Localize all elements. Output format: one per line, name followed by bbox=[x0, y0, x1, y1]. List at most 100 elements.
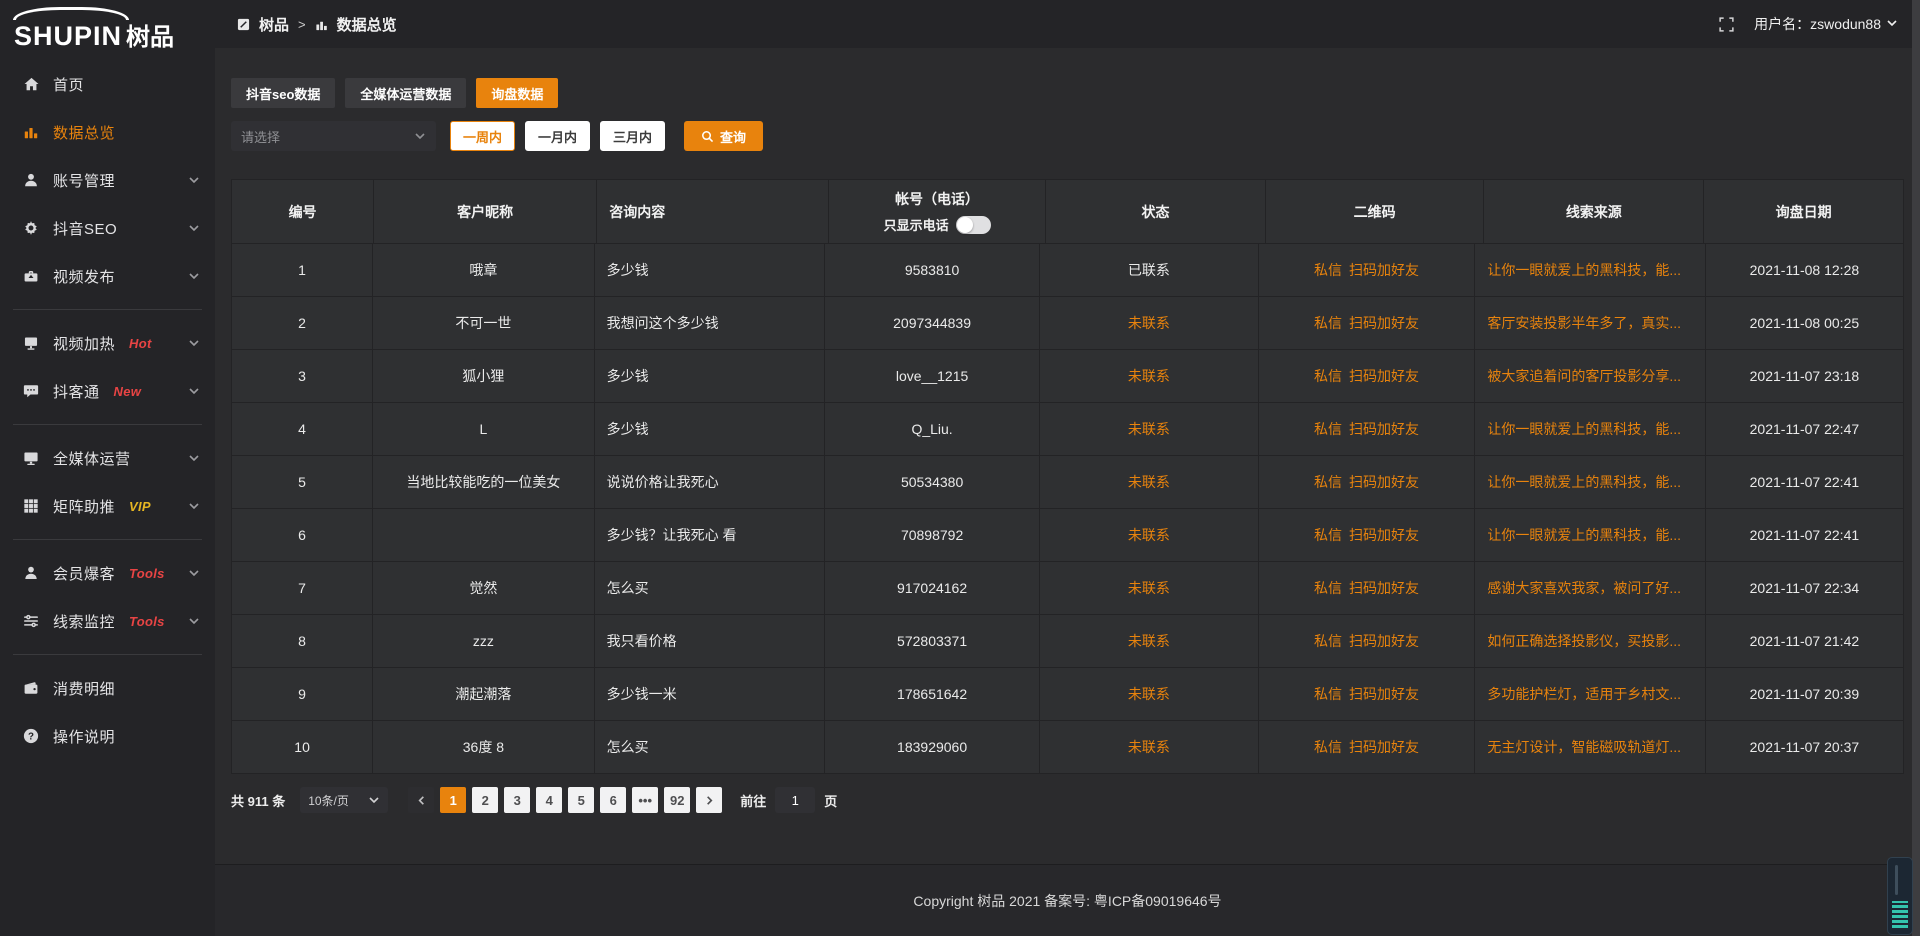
user-menu[interactable]: 用户名：zswodun88 bbox=[1754, 14, 1898, 34]
qr-link-私信[interactable]: 私信 bbox=[1314, 525, 1342, 545]
cell-qrcode: 私信扫码加好友 bbox=[1259, 403, 1475, 455]
qr-link-扫码加好友[interactable]: 扫码加好友 bbox=[1349, 631, 1419, 651]
source-link[interactable]: 让你一眼就爱上的黑科技，能... bbox=[1487, 472, 1681, 492]
range-button-一月内[interactable]: 一月内 bbox=[525, 121, 590, 151]
tab-询盘数据[interactable]: 询盘数据 bbox=[476, 78, 558, 108]
source-link[interactable]: 无主灯设计，智能磁吸轨道灯... bbox=[1487, 737, 1681, 757]
next-page-button[interactable] bbox=[696, 787, 722, 813]
page-button-3[interactable]: 3 bbox=[504, 787, 530, 813]
tab-抖音seo数据[interactable]: 抖音seo数据 bbox=[231, 78, 335, 108]
pagination: 共 911 条 10条/页 123456•••92 前往 页 bbox=[231, 787, 1904, 813]
qr-link-扫码加好友[interactable]: 扫码加好友 bbox=[1349, 472, 1419, 492]
monitor-icon bbox=[22, 449, 40, 467]
qr-link-扫码加好友[interactable]: 扫码加好友 bbox=[1349, 578, 1419, 598]
status-text: 未联系 bbox=[1128, 737, 1170, 757]
table-row: 5当地比较能吃的一位美女说说价格让我死心50534380未联系私信扫码加好友让你… bbox=[232, 456, 1903, 508]
qr-link-私信[interactable]: 私信 bbox=[1314, 260, 1342, 280]
page-button-6[interactable]: 6 bbox=[600, 787, 626, 813]
table-row: 7觉然怎么买917024162未联系私信扫码加好友感谢大家喜欢我家，被问了好..… bbox=[232, 562, 1903, 614]
qr-link-扫码加好友[interactable]: 扫码加好友 bbox=[1349, 260, 1419, 280]
sidebar-item-label: 视频发布 bbox=[53, 266, 115, 287]
qr-link-扫码加好友[interactable]: 扫码加好友 bbox=[1349, 366, 1419, 386]
cell-date: 2021-11-07 23:18 bbox=[1706, 350, 1903, 402]
cell-nickname: 觉然 bbox=[373, 562, 593, 614]
sidebar-item-视频加热[interactable]: 视频加热Hot bbox=[0, 319, 215, 367]
qr-link-私信[interactable]: 私信 bbox=[1314, 631, 1342, 651]
qr-link-扫码加好友[interactable]: 扫码加好友 bbox=[1349, 684, 1419, 704]
column-header-account: 帐号（电话）只显示电话 bbox=[829, 180, 1045, 243]
page-button-5[interactable]: 5 bbox=[568, 787, 594, 813]
phone-only-toggle[interactable] bbox=[956, 216, 991, 234]
cell-date: 2021-11-07 22:47 bbox=[1706, 403, 1903, 455]
cell-nickname: 36度 8 bbox=[373, 721, 593, 773]
sidebar-item-线索监控[interactable]: 线索监控Tools bbox=[0, 597, 215, 645]
cell-id: 2 bbox=[232, 297, 372, 349]
sidebar-item-操作说明[interactable]: ?操作说明 bbox=[0, 712, 215, 760]
inquiry-table: 编号客户昵称咨询内容帐号（电话）只显示电话状态二维码线索来源询盘日期1哦章多少钱… bbox=[231, 179, 1904, 774]
source-link[interactable]: 让你一眼就爱上的黑科技，能... bbox=[1487, 260, 1681, 280]
cell-source: 让你一眼就爱上的黑科技，能... bbox=[1475, 456, 1704, 508]
page-button-1[interactable]: 1 bbox=[440, 787, 466, 813]
column-header-qrcode: 二维码 bbox=[1266, 180, 1483, 243]
source-link[interactable]: 客厅安装投影半年多了，真实... bbox=[1487, 313, 1681, 333]
fullscreen-icon[interactable] bbox=[1719, 17, 1734, 32]
sidebar-item-视频发布[interactable]: 视频发布 bbox=[0, 252, 215, 300]
sidebar-item-消费明细[interactable]: 消费明细 bbox=[0, 664, 215, 712]
sidebar-item-首页[interactable]: 首页 bbox=[0, 60, 215, 108]
tab-全媒体运营数据[interactable]: 全媒体运营数据 bbox=[345, 78, 466, 108]
scrollbar[interactable] bbox=[1912, 0, 1920, 936]
cell-status: 未联系 bbox=[1040, 297, 1257, 349]
cell-qrcode: 私信扫码加好友 bbox=[1259, 509, 1475, 561]
goto-page-input[interactable] bbox=[775, 787, 815, 813]
page-button-2[interactable]: 2 bbox=[472, 787, 498, 813]
prev-page-button[interactable] bbox=[408, 787, 434, 813]
filter-select[interactable]: 请选择 bbox=[231, 121, 436, 151]
cell-account: Q_Liu. bbox=[825, 403, 1039, 455]
qr-link-私信[interactable]: 私信 bbox=[1314, 313, 1342, 333]
range-button-一周内[interactable]: 一周内 bbox=[450, 121, 515, 151]
qr-link-扫码加好友[interactable]: 扫码加好友 bbox=[1349, 737, 1419, 757]
range-button-三月内[interactable]: 三月内 bbox=[600, 121, 665, 151]
sidebar-item-抖音SEO[interactable]: 抖音SEO bbox=[0, 204, 215, 252]
sidebar-item-抖客通[interactable]: 抖客通New bbox=[0, 367, 215, 415]
breadcrumb-root[interactable]: 树品 bbox=[259, 14, 289, 35]
chevron-down-icon bbox=[368, 794, 380, 806]
source-link[interactable]: 感谢大家喜欢我家，被问了好... bbox=[1487, 578, 1681, 598]
qr-link-私信[interactable]: 私信 bbox=[1314, 578, 1342, 598]
qr-links: 私信扫码加好友 bbox=[1314, 260, 1419, 280]
wallet-icon bbox=[22, 679, 40, 697]
cell-source: 多功能护栏灯，适用于乡村文... bbox=[1475, 668, 1704, 720]
breadcrumb-current: 数据总览 bbox=[337, 14, 397, 35]
sidebar-item-矩阵助推[interactable]: 矩阵助推VIP bbox=[0, 482, 215, 530]
table-row: 3狐小狸多少钱love__1215未联系私信扫码加好友被大家追着问的客厅投影分享… bbox=[232, 350, 1903, 402]
qr-link-私信[interactable]: 私信 bbox=[1314, 684, 1342, 704]
sidebar-item-账号管理[interactable]: 账号管理 bbox=[0, 156, 215, 204]
page-size-select[interactable]: 10条/页 bbox=[300, 787, 388, 813]
source-link[interactable]: 让你一眼就爱上的黑科技，能... bbox=[1487, 419, 1681, 439]
sidebar-divider bbox=[13, 424, 202, 425]
sidebar-item-全媒体运营[interactable]: 全媒体运营 bbox=[0, 434, 215, 482]
source-link[interactable]: 多功能护栏灯，适用于乡村文... bbox=[1487, 684, 1681, 704]
page-button-92[interactable]: 92 bbox=[664, 787, 690, 813]
qr-link-扫码加好友[interactable]: 扫码加好友 bbox=[1349, 525, 1419, 545]
sidebar-item-数据总览[interactable]: 数据总览 bbox=[0, 108, 215, 156]
page-button-4[interactable]: 4 bbox=[536, 787, 562, 813]
qr-link-私信[interactable]: 私信 bbox=[1314, 366, 1342, 386]
source-link[interactable]: 让你一眼就爱上的黑科技，能... bbox=[1487, 525, 1681, 545]
qr-links: 私信扫码加好友 bbox=[1314, 366, 1419, 386]
qr-link-扫码加好友[interactable]: 扫码加好友 bbox=[1349, 313, 1419, 333]
qr-link-私信[interactable]: 私信 bbox=[1314, 419, 1342, 439]
source-link[interactable]: 被大家追着问的客厅投影分享... bbox=[1487, 366, 1681, 386]
qr-link-扫码加好友[interactable]: 扫码加好友 bbox=[1349, 419, 1419, 439]
cell-date: 2021-11-08 12:28 bbox=[1706, 244, 1903, 296]
cell-content: 多少钱一米 bbox=[595, 668, 824, 720]
query-button[interactable]: 查询 bbox=[684, 121, 763, 151]
source-link[interactable]: 如何正确选择投影仪，买投影... bbox=[1487, 631, 1681, 651]
home-icon bbox=[22, 75, 40, 93]
breadcrumb-separator: > bbox=[298, 17, 306, 32]
qr-link-私信[interactable]: 私信 bbox=[1314, 472, 1342, 492]
sidebar-divider bbox=[13, 309, 202, 310]
page-ellipsis[interactable]: ••• bbox=[632, 787, 658, 813]
sidebar-item-会员爆客[interactable]: 会员爆客Tools bbox=[0, 549, 215, 597]
qr-link-私信[interactable]: 私信 bbox=[1314, 737, 1342, 757]
